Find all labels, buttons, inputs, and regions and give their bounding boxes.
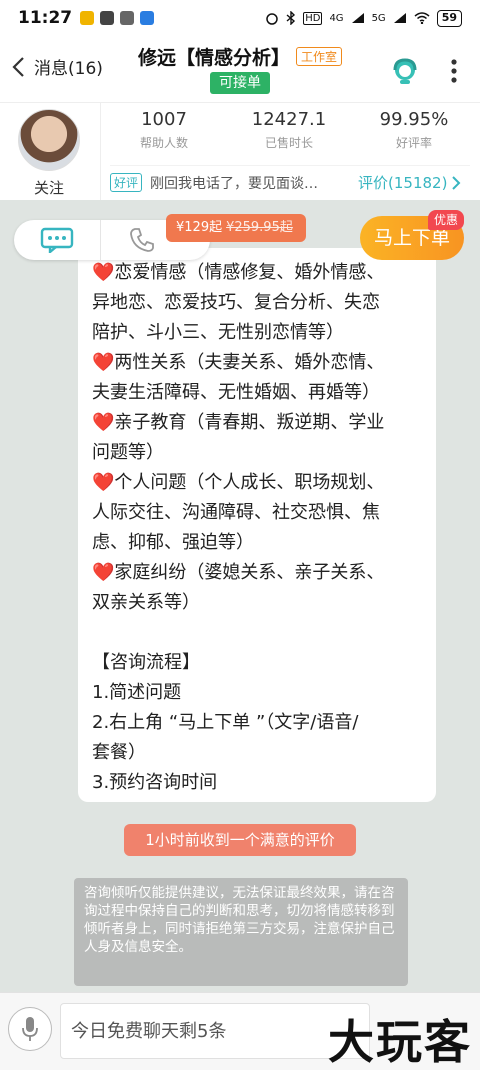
studio-badge: 工作室 <box>296 47 343 66</box>
notification-app-icon <box>80 11 95 25</box>
network-hd: HD <box>303 11 323 25</box>
notification-app-icon <box>140 11 155 25</box>
battery-indicator: 59 <box>436 9 462 27</box>
message-line: 2.右上角 “马上下单 ”（文字/语音/ <box>92 712 359 733</box>
notification-app-icon <box>100 11 115 25</box>
signal-icon <box>351 13 364 23</box>
chat-area[interactable]: ❤️恋爱情感（情感修复、婚外情感、 异地恋、恋爱技巧、复合分析、失恋 陪护、斗小三、… <box>0 200 480 992</box>
stat-helped: 1007 帮助人数 <box>104 109 224 151</box>
divider <box>100 103 101 201</box>
more-vertical-icon[interactable] <box>446 56 462 86</box>
message-line: 人际交往、沟通障碍、社交恐惧、焦 <box>92 502 380 523</box>
stat-value: 12427.1 <box>251 109 327 130</box>
message-line: 【咨询流程】 <box>92 652 200 673</box>
notification-icons <box>80 11 155 25</box>
watermark-logo: 大玩客 <box>328 1015 472 1069</box>
page-title: 修远【情感分析】 <box>137 47 290 69</box>
message-text: ❤️恋爱情感（情感修复、婚外情感、 异地恋、恋爱技巧、复合分析、失恋 陪护、斗小三、… <box>92 258 422 798</box>
phone-icon[interactable] <box>128 226 156 254</box>
stat-value: 99.95% <box>379 109 449 130</box>
system-message: 1小时前收到一个满意的评价 <box>124 824 356 856</box>
stat-label: 帮助人数 <box>139 136 188 150</box>
chevron-right-icon <box>452 175 461 190</box>
review-row[interactable]: 好评 刚回我电话了，要见面谈… 评价(15182) <box>110 165 470 195</box>
stat-label: 已售时长 <box>264 136 313 150</box>
message-line: ❤️家庭纠纷（婆媳关系、亲子关系、 <box>92 562 385 583</box>
message-input[interactable]: 今日免费聊天剩5条 <box>60 1003 370 1059</box>
voice-button[interactable] <box>8 1007 52 1051</box>
message-line: 虑、抑郁、强迫等） <box>92 532 254 553</box>
stat-label: 好评率 <box>395 136 432 150</box>
network-4g: 4G <box>329 12 344 24</box>
message-line: ❤️个人问题（个人成长、职场规划、 <box>92 472 385 493</box>
good-review-tag: 好评 <box>110 173 143 192</box>
message-line <box>92 618 422 648</box>
message-line: 异地恋、恋爱技巧、复合分析、失恋 <box>92 292 380 313</box>
consultant-profile: 关注 1007 帮助人数 12427.1 已售时长 99.95% 好评率 好评 … <box>0 102 480 201</box>
alarm-icon <box>266 13 278 25</box>
message-line: 1.简述问题 <box>92 682 182 703</box>
wifi-icon <box>414 12 430 24</box>
stat-value: 1007 <box>141 109 187 130</box>
signal-icon <box>393 13 406 23</box>
chat-header: 消息(16) 修远【情感分析】 工作室 可接单 <box>0 36 480 102</box>
message-line: 双亲关系等） <box>92 592 200 613</box>
stat-rating: 99.95% 好评率 <box>354 109 474 151</box>
follow-button[interactable]: 关注 <box>18 177 80 198</box>
status-right: HD 4G 5G 59 <box>265 9 462 27</box>
promo-badge: 优惠 <box>428 210 464 230</box>
bluetooth-icon <box>286 11 296 25</box>
message-line: 套餐） <box>92 742 146 763</box>
message-line: 夫妻生活障碍、无性婚姻、再婚等） <box>92 382 380 403</box>
message-line: ❤️恋爱情感（情感修复、婚外情感、 <box>92 262 385 283</box>
message-line: ❤️两性关系（夫妻关系、婚外恋情、 <box>92 352 385 373</box>
divider <box>100 220 101 260</box>
price-original: ¥259.95起 <box>226 220 293 235</box>
message-bubble: ❤️恋爱情感（情感修复、婚外情感、 异地恋、恋爱技巧、复合分析、失恋 陪护、斗小三、… <box>78 248 436 802</box>
review-snippet: 刚回我电话了，要见面谈… <box>150 175 319 192</box>
message-line: 问题等） <box>92 442 164 463</box>
message-line: 陪护、斗小三、无性别恋情等） <box>92 322 344 343</box>
price-current: ¥129起 <box>176 220 223 235</box>
price-tag[interactable]: ¥129起 ¥259.95起 <box>166 214 306 242</box>
message-line: 3.预约咨询时间 <box>92 772 218 793</box>
network-5g: 5G <box>371 12 386 24</box>
avatar[interactable] <box>18 109 80 171</box>
notification-app-icon <box>120 11 135 25</box>
stat-duration: 12427.1 已售时长 <box>229 109 349 151</box>
accept-order-badge: 可接单 <box>210 72 270 94</box>
status-time: 11:27 <box>18 8 73 28</box>
safety-notice: 咨询倾听仅能提供建议，无法保证最终效果，请在咨询过程中保持自己的判断和思考，切勿… <box>74 878 408 986</box>
microphone-icon <box>22 1017 38 1041</box>
chat-bubble-icon[interactable] <box>40 227 74 253</box>
message-line: ❤️亲子教育（青春期、叛逆期、学业 <box>92 412 385 433</box>
status-bar: 11:27 HD 4G 5G 59 <box>0 0 480 36</box>
customer-service-icon[interactable] <box>390 56 420 86</box>
review-count-link[interactable]: 评价(15182) <box>358 172 447 193</box>
